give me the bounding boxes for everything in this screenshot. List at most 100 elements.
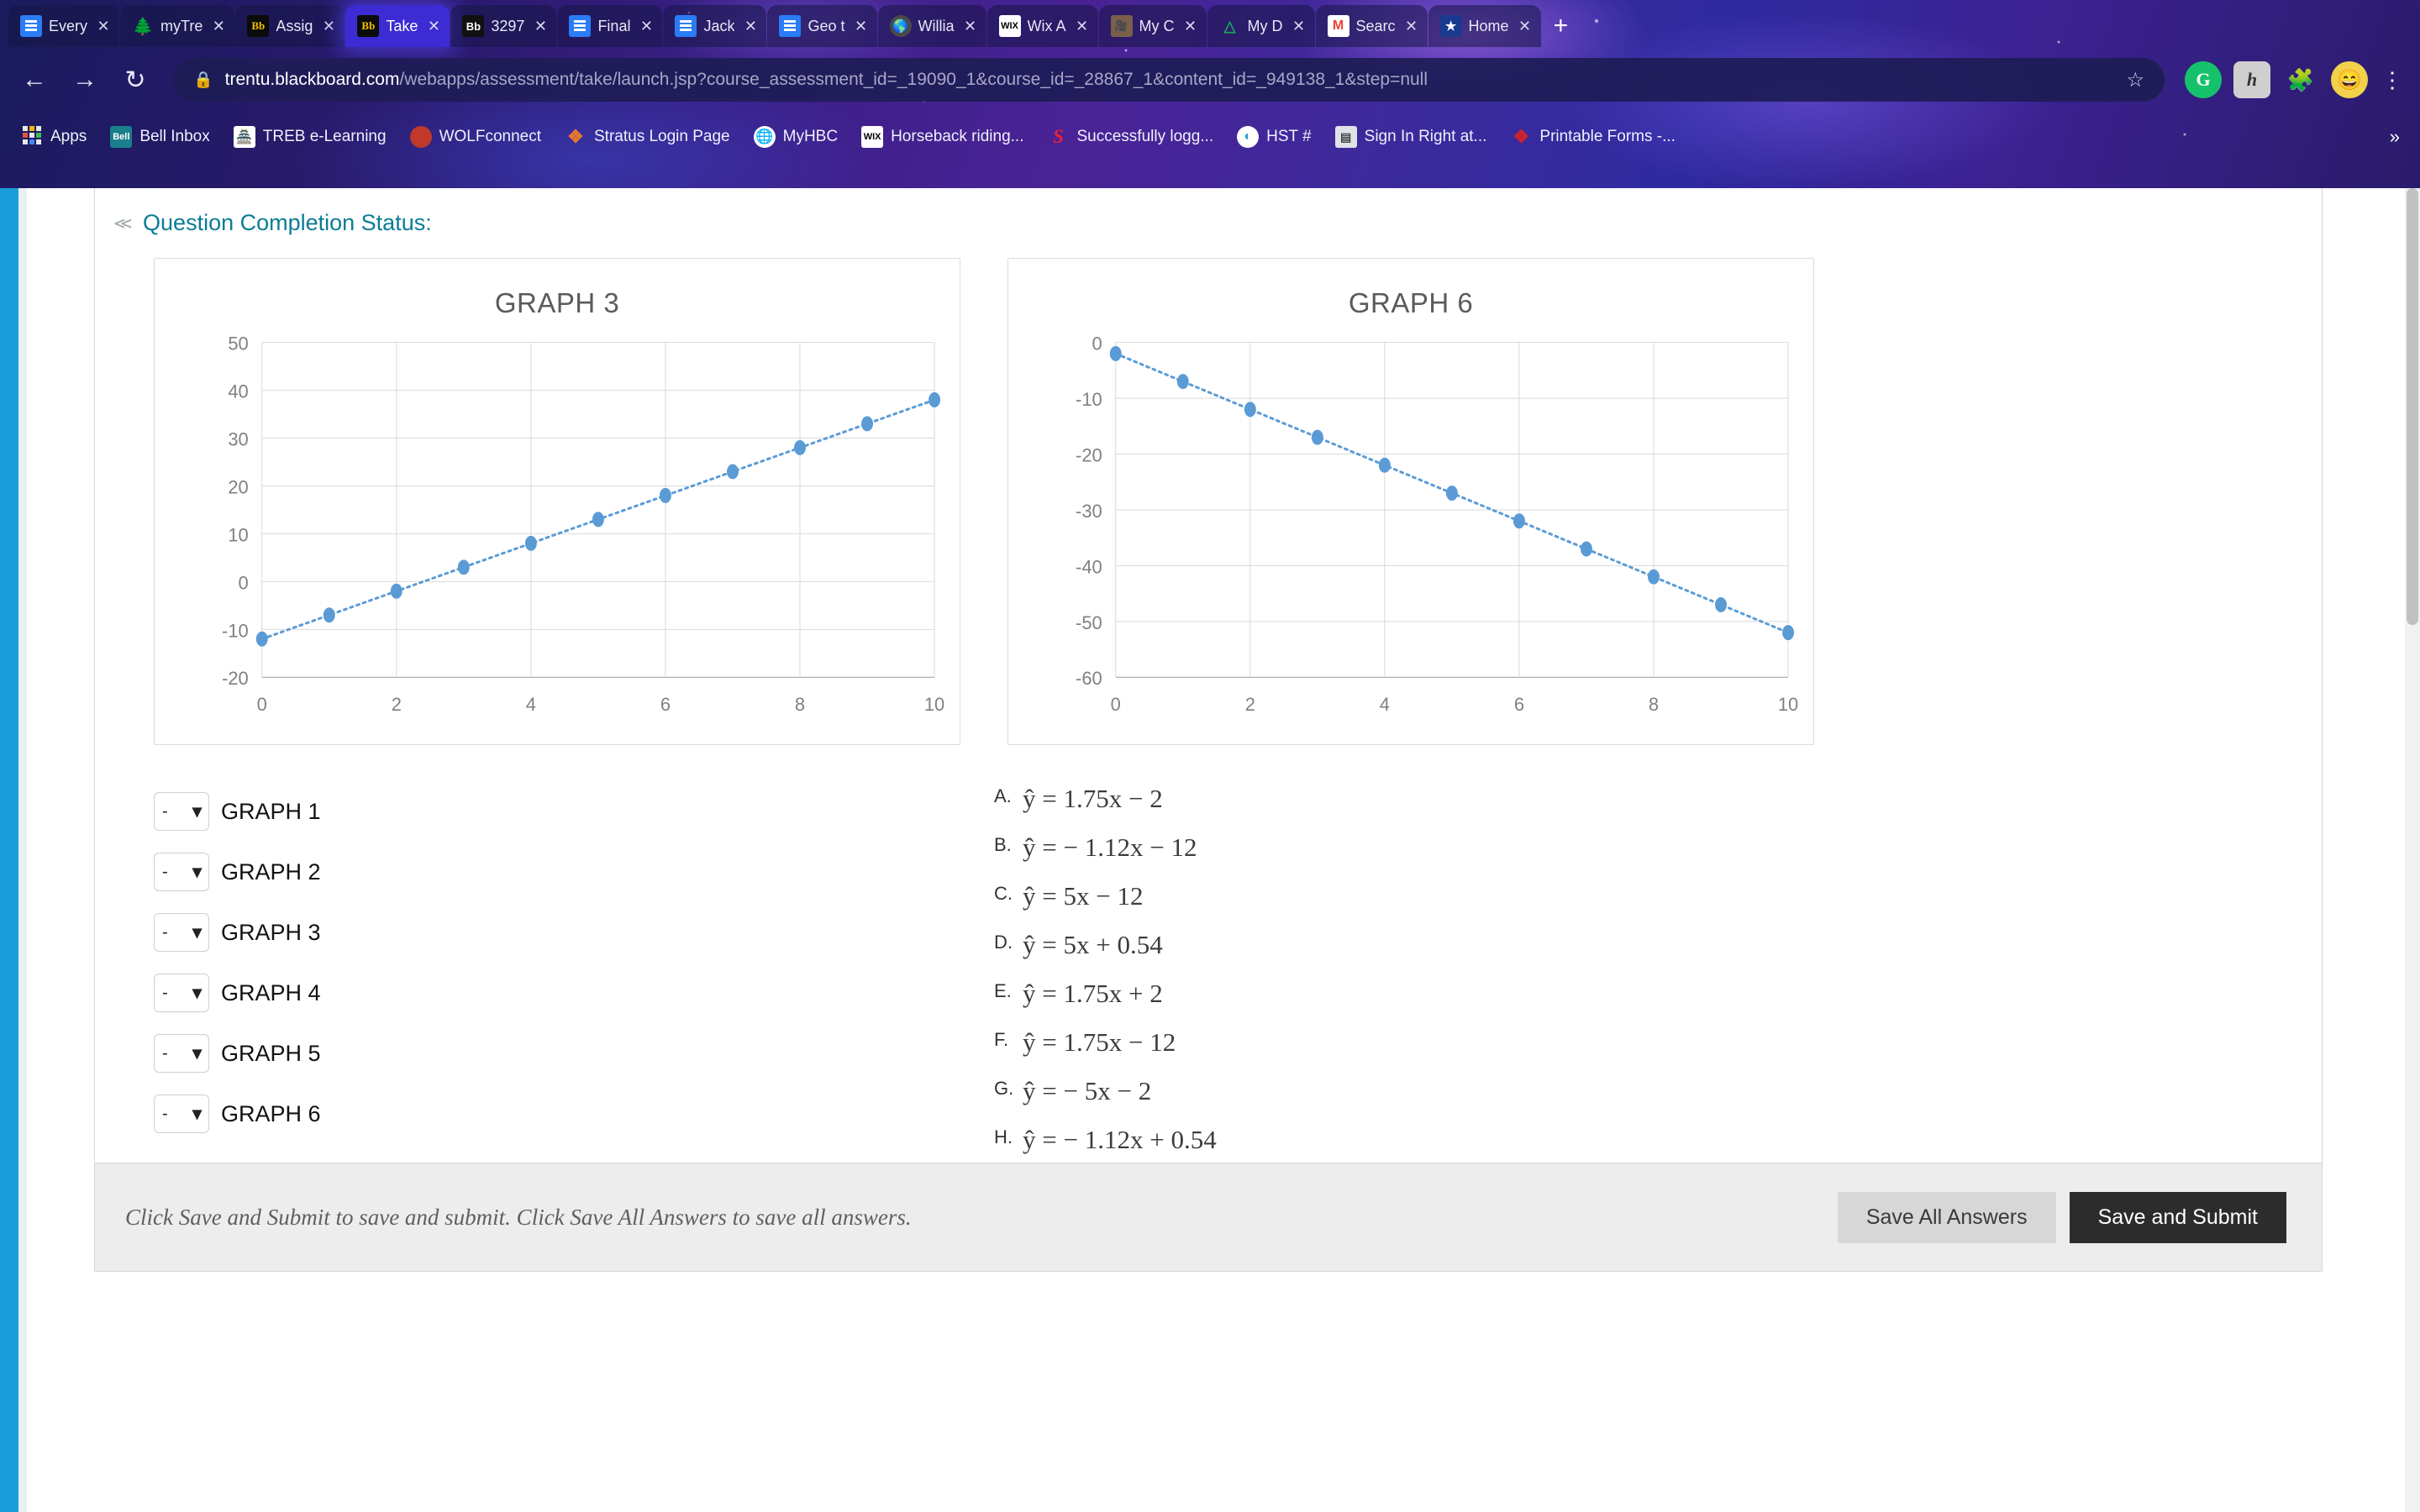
- forward-button[interactable]: →: [66, 66, 104, 94]
- chevron-down-icon: ▾: [192, 861, 202, 882]
- bookmark-star-icon[interactable]: ☆: [2126, 68, 2144, 92]
- bookmark-successfully-logged[interactable]: S Successfully logg...: [1039, 123, 1221, 151]
- grammarly-extension-icon[interactable]: G: [2185, 61, 2222, 98]
- footer-buttons: Save All Answers Save and Submit: [1837, 1191, 2286, 1243]
- browser-tab[interactable]: 🎥 My C ✕: [1098, 5, 1207, 47]
- bell-icon: Bell: [110, 126, 133, 148]
- bookmark-apps[interactable]: Apps: [13, 123, 94, 151]
- option-letter: B.: [994, 834, 1012, 855]
- bookmarks-bar: Apps Bell Bell Inbox 🏯 TREB e-Learning W…: [0, 113, 2420, 161]
- option-equation: ŷ = 1.75x + 2: [1023, 979, 1163, 1008]
- assessment-container: ≪ Question Completion Status: GRAPH 3 -2…: [94, 188, 2323, 1215]
- browser-tab[interactable]: Every ✕: [8, 5, 120, 47]
- bookmark-signin[interactable]: ▤ Sign In Right at...: [1328, 123, 1495, 151]
- tab-close-icon[interactable]: ✕: [319, 18, 338, 35]
- tab-close-icon[interactable]: ✕: [1181, 18, 1200, 35]
- option-equation: ŷ = 5x − 12: [1023, 881, 1144, 911]
- tab-title: Final: [597, 17, 631, 34]
- bookmarks-overflow-icon[interactable]: »: [2390, 126, 2407, 148]
- browser-tab[interactable]: △ My D ✕: [1207, 5, 1315, 47]
- dropdown-graph-6[interactable]: - ▾: [154, 1095, 209, 1133]
- dropdown-graph-5[interactable]: - ▾: [154, 1034, 209, 1073]
- browser-tab[interactable]: 🌎 Willia ✕: [877, 5, 986, 47]
- graph-label: GRAPH 6: [221, 1100, 321, 1126]
- bookmark-hst[interactable]: ◐ HST #: [1229, 123, 1319, 151]
- back-button[interactable]: ←: [15, 66, 54, 94]
- svg-text:-20: -20: [222, 668, 249, 689]
- browser-tab[interactable]: Bb Assig ✕: [235, 5, 345, 47]
- chart-graph-3-plot: -20 -10 0 10 20 30 40 50 0 2 4 6 8 10: [222, 333, 944, 715]
- bookmark-horseback[interactable]: WIX Horseback riding...: [854, 123, 1031, 151]
- chevron-down-icon: ▾: [192, 1103, 202, 1124]
- bookmark-myhbc[interactable]: 🌐 MyHBC: [746, 123, 845, 151]
- tab-close-icon[interactable]: ✕: [852, 18, 871, 35]
- browser-tab[interactable]: Bb 3297 ✕: [450, 5, 557, 47]
- chevron-down-icon: ▾: [192, 982, 202, 1003]
- bookmark-label: Bell Inbox: [139, 128, 210, 145]
- tab-close-icon[interactable]: ✕: [1402, 18, 1421, 35]
- dropdown-graph-4[interactable]: - ▾: [154, 974, 209, 1012]
- hypothesis-extension-icon[interactable]: h: [2233, 61, 2270, 98]
- tab-title: Take: [386, 17, 418, 34]
- tab-close-icon[interactable]: ✕: [961, 18, 980, 35]
- svg-text:2: 2: [392, 694, 402, 715]
- browser-tab[interactable]: Jack ✕: [663, 5, 767, 47]
- tab-close-icon[interactable]: ✕: [424, 18, 443, 35]
- vertical-scrollbar[interactable]: [2405, 188, 2420, 1512]
- dropdown-value: -: [162, 801, 168, 821]
- bookmark-bell-inbox[interactable]: Bell Bell Inbox: [103, 123, 217, 151]
- tab-close-icon[interactable]: ✕: [1290, 18, 1308, 35]
- dropdown-graph-3[interactable]: - ▾: [154, 913, 209, 952]
- new-tab-button[interactable]: +: [1554, 13, 1569, 47]
- tab-title: Willia: [918, 17, 955, 34]
- browser-tab[interactable]: WIX Wix A ✕: [986, 5, 1098, 47]
- question-completion-status-label: Question Completion Status:: [143, 210, 432, 235]
- tab-close-icon[interactable]: ✕: [637, 18, 655, 35]
- url-text: trentu.blackboard.com/webapps/assessment…: [225, 70, 1428, 90]
- tab-close-icon[interactable]: ✕: [741, 18, 760, 35]
- graph-match-row: - ▾ GRAPH 5: [154, 1034, 994, 1073]
- svg-text:10: 10: [924, 694, 944, 715]
- graph-label: GRAPH 2: [221, 858, 321, 885]
- svg-text:-20: -20: [1076, 445, 1102, 466]
- hst-icon: ◐: [1237, 126, 1260, 148]
- save-all-answers-button[interactable]: Save All Answers: [1837, 1191, 2056, 1243]
- browser-tab[interactable]: Final ✕: [557, 5, 663, 47]
- browser-tab[interactable]: Geo t ✕: [767, 5, 877, 47]
- tab-close-icon[interactable]: ✕: [1073, 18, 1092, 35]
- bookmark-wolfconnect[interactable]: WOLFconnect: [402, 123, 549, 151]
- url-host: trentu.blackboard.com: [224, 70, 400, 89]
- tab-close-icon[interactable]: ✕: [94, 18, 113, 35]
- browser-menu-icon[interactable]: ⋮: [2380, 67, 2405, 93]
- reload-button[interactable]: ↻: [116, 66, 155, 95]
- svg-text:0: 0: [1111, 694, 1121, 715]
- browser-tab-active[interactable]: Bb Take ✕: [345, 5, 450, 47]
- bookmark-label: HST #: [1266, 128, 1312, 145]
- answers-area: - ▾ GRAPH 1 - ▾ GRAPH 2 - ▾ GRAPH 3 - ▾ …: [95, 745, 2322, 1173]
- tab-close-icon[interactable]: ✕: [531, 18, 550, 35]
- dropdown-graph-2[interactable]: - ▾: [154, 853, 209, 891]
- assessment-footer: Click Save and Submit to save and submit…: [94, 1163, 2323, 1272]
- save-and-submit-button[interactable]: Save and Submit: [2069, 1191, 2286, 1243]
- lock-icon: 🔒: [193, 71, 213, 89]
- bookmark-printable-forms[interactable]: ❖ Printable Forms -...: [1502, 123, 1683, 151]
- profile-avatar[interactable]: 😄: [2331, 61, 2368, 98]
- question-completion-status[interactable]: ≪ Question Completion Status:: [95, 188, 2322, 236]
- video-icon: 🎥: [1110, 15, 1133, 37]
- scrollbar-thumb[interactable]: [2407, 188, 2418, 625]
- bookmark-stratus[interactable]: ❖ Stratus Login Page: [557, 123, 738, 151]
- blackboard-dark-icon: Bb: [462, 15, 485, 37]
- address-bar[interactable]: 🔒 trentu.blackboard.com/webapps/assessme…: [173, 58, 2165, 102]
- dropdown-graph-1[interactable]: - ▾: [154, 792, 209, 831]
- tab-close-icon[interactable]: ✕: [1516, 18, 1534, 35]
- browser-tab[interactable]: 🌲 myTre ✕: [120, 5, 235, 47]
- tab-close-icon[interactable]: ✕: [209, 18, 228, 35]
- page-content: ≪ Question Completion Status: GRAPH 3 -2…: [0, 188, 2420, 1512]
- extensions-puzzle-icon[interactable]: 🧩: [2282, 61, 2319, 98]
- browser-tab[interactable]: M Searc ✕: [1315, 5, 1428, 47]
- chevron-down-icon[interactable]: ≪: [113, 213, 133, 232]
- browser-tab[interactable]: ★ Home ✕: [1428, 5, 1541, 47]
- bookmark-treb[interactable]: 🏯 TREB e-Learning: [226, 123, 394, 151]
- graph-label: GRAPH 1: [221, 798, 321, 824]
- svg-text:-40: -40: [1076, 556, 1102, 577]
